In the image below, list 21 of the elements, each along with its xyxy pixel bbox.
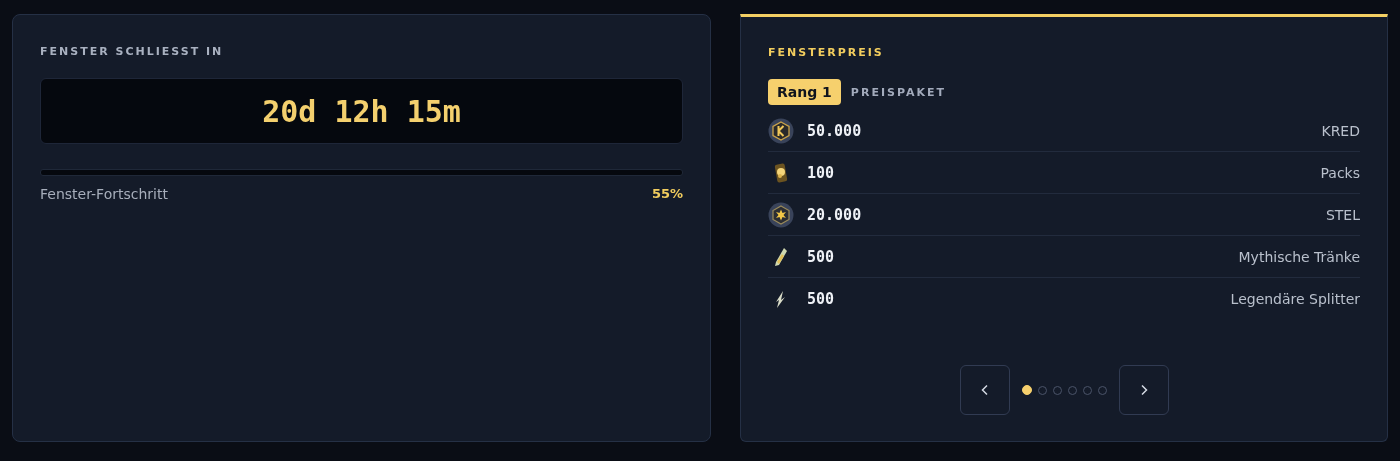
next-button[interactable] bbox=[1118, 365, 1169, 415]
coin-icon bbox=[768, 117, 794, 144]
card-title: FENSTER SCHLIESST IN bbox=[40, 45, 225, 58]
card-title: FENSTERPREIS bbox=[768, 46, 885, 59]
package-label: PREISPAKET bbox=[850, 85, 946, 99]
reward-name: STEL bbox=[1325, 206, 1360, 223]
star-coin-icon bbox=[768, 201, 794, 228]
reward-amount: 100 bbox=[807, 163, 835, 182]
progress-label: Fenster-Fortschritt bbox=[40, 186, 168, 202]
reward-amount: 50.000 bbox=[807, 121, 862, 140]
reward-amount: 500 bbox=[807, 247, 835, 266]
previous-button[interactable] bbox=[959, 365, 1010, 415]
reward-name: KRED bbox=[1321, 122, 1360, 139]
progress-value: 55% bbox=[651, 186, 683, 202]
reward-name: Packs bbox=[1320, 164, 1360, 181]
reward-amount: 500 bbox=[807, 289, 835, 308]
rank-badge: Rang 1 bbox=[768, 79, 841, 105]
countdown-display: 20d 12h 15m bbox=[40, 78, 683, 144]
reward-amount: 20.000 bbox=[807, 205, 862, 224]
reward-name: Legendäre Splitter bbox=[1230, 290, 1360, 307]
reward-name: Mythische Tränke bbox=[1238, 248, 1360, 265]
